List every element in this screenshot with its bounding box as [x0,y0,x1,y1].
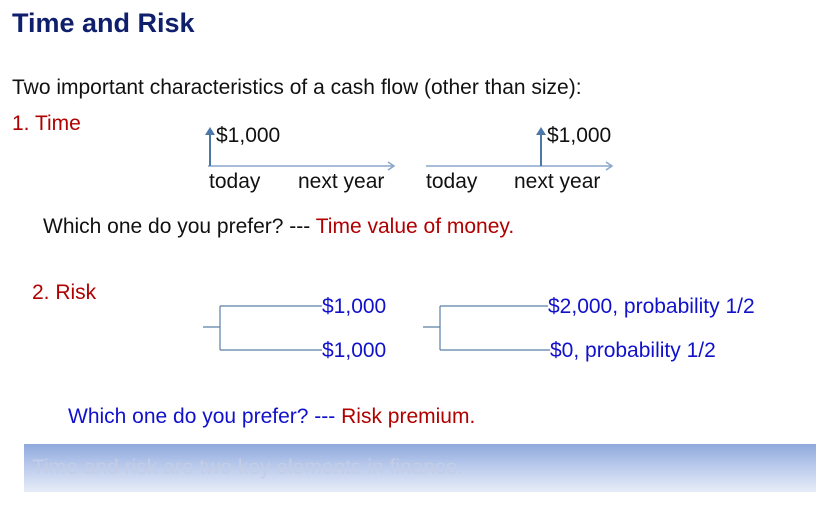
risk-a-bottom: $1,000 [322,339,387,362]
timeline-diagram [203,127,614,351]
time-a-next-year: next year [298,170,385,193]
risk-heading: 2. Risk [32,281,97,304]
risk-answer: Risk premium. [341,405,476,428]
time-b-next-year: next year [514,170,601,193]
risk-question-line: Which one do you prefer? --- Risk premiu… [68,405,475,429]
time-b-today: today [426,170,478,193]
time-a-amount: $1,000 [216,124,281,147]
risk-question: Which one do you prefer? --- [68,405,342,428]
risk-b-top: $2,000, probability 1/2 [548,295,755,318]
time-b-amount: $1,000 [547,124,612,147]
risk-b-bottom: $0, probability 1/2 [550,339,716,362]
time-answer: Time value of money. [315,215,515,238]
time-question: Which one do you prefer? --- [43,215,316,238]
time-question-line: Which one do you prefer? --- Time value … [43,215,514,239]
risk-a-top: $1,000 [322,295,387,318]
time-a-today: today [209,170,261,193]
cashflow-arrowhead-b [536,127,546,135]
summary-banner: Time and risk are two key elements in fi… [24,444,816,492]
cashflow-arrowhead-a [205,127,215,135]
banner-text: Time and risk are two key elements in fi… [32,456,464,479]
